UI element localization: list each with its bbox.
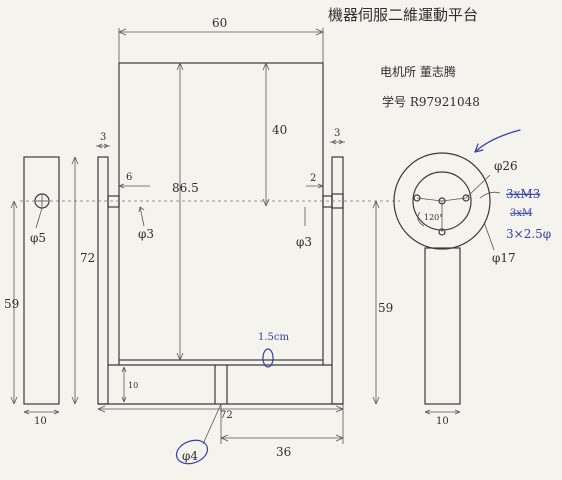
frame-left-wall	[97, 156, 109, 405]
dim-side-thickness-right: 3	[334, 128, 340, 139]
struck-spec: 3xM3	[506, 187, 540, 201]
dim-upper-height: 40	[272, 123, 287, 137]
blue-arrow-curve	[474, 129, 521, 153]
blue-oval	[262, 348, 274, 368]
dim-circle-bolt: φ26	[494, 159, 518, 173]
bolt-spec: 3×2.5φ	[506, 227, 551, 241]
dim-right-base-width: 10	[436, 416, 449, 427]
dim-top-width: 60	[212, 16, 227, 30]
right-pin	[322, 195, 333, 208]
dim-left-post-height: 72	[80, 251, 95, 265]
left-pin	[107, 195, 120, 208]
dim-left-base-width: 10	[34, 416, 47, 427]
right-post	[393, 152, 491, 405]
dim-overall-width: 72	[220, 410, 233, 421]
right-post-body	[424, 247, 461, 405]
engineering-drawing: 機器伺服二維運動平台 电机所 董志腾 学号 R97921048 60 40 86…	[4, 6, 551, 465]
drawing-title: 機器伺服二維運動平台	[328, 6, 478, 24]
dim-circle-outer: φ17	[492, 251, 516, 265]
dim-right-pin-len: 2	[310, 173, 316, 184]
dim-pin-left-dia: φ3	[138, 227, 154, 241]
left-post	[23, 156, 60, 405]
dimension-lines	[10, 28, 501, 445]
dim-angle: 120°	[424, 213, 443, 222]
dim-side-thickness-left: 3	[100, 132, 106, 143]
dim-left-hole: φ5	[30, 231, 46, 245]
center-frame	[20, 62, 400, 405]
dim-base-height: 10	[128, 381, 138, 390]
dim-bottom-bore: φ4	[182, 449, 198, 463]
dim-inner-height: 86.5	[172, 181, 199, 195]
dim-right-post-height: 59	[378, 301, 393, 315]
dim-left-pin-len: 6	[126, 172, 132, 183]
dim-left-overall: 59	[4, 297, 19, 311]
drawing-sheet: 機器伺服二維運動平台 电机所 董志腾 学号 R97921048 60 40 86…	[0, 0, 562, 480]
struck-spec-2: 3xM	[510, 208, 532, 219]
author-label: 电机所 董志腾	[380, 64, 456, 79]
inner-platform	[118, 62, 324, 361]
blue-note: 1.5cm	[258, 332, 290, 343]
dim-pin-right-dia: φ3	[296, 235, 312, 249]
dim-bore-offset: 36	[276, 445, 291, 459]
student-id-label: 学号 R97921048	[382, 94, 480, 109]
